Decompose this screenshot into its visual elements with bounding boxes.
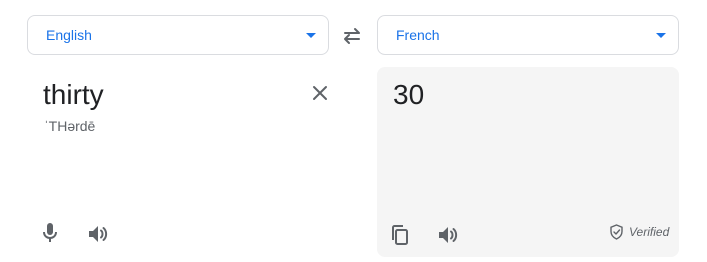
source-language-label: English: [46, 27, 92, 43]
swap-horizontal-icon: [344, 28, 360, 44]
verified-badge[interactable]: Verified: [609, 224, 669, 240]
target-language-select[interactable]: French: [377, 15, 679, 55]
speaker-icon: [439, 227, 458, 243]
listen-translation-button[interactable]: [436, 223, 460, 247]
translation-panel: 30 Verified: [377, 67, 679, 257]
source-text-input[interactable]: thirty: [43, 79, 104, 111]
source-language-select[interactable]: English: [27, 15, 329, 55]
clear-source-button[interactable]: [309, 82, 331, 104]
target-language-label: French: [396, 27, 440, 43]
voice-input-button[interactable]: [38, 221, 62, 245]
copy-translation-button[interactable]: [388, 223, 412, 247]
source-language-dropdown-icon: [306, 33, 316, 38]
microphone-icon: [43, 223, 57, 242]
close-icon: [313, 86, 327, 100]
target-language-dropdown-icon: [656, 33, 666, 38]
verified-label: Verified: [629, 225, 670, 239]
translation-text: 30: [393, 79, 425, 110]
listen-source-button[interactable]: [86, 222, 110, 246]
shield-check-icon: [610, 224, 623, 240]
source-phonetic: ˈTHərdē: [44, 118, 96, 134]
speaker-icon: [89, 226, 108, 242]
copy-icon: [392, 225, 408, 245]
swap-languages-button[interactable]: [339, 24, 365, 48]
source-text-panel: thirty ˈTHərdē: [27, 67, 329, 257]
